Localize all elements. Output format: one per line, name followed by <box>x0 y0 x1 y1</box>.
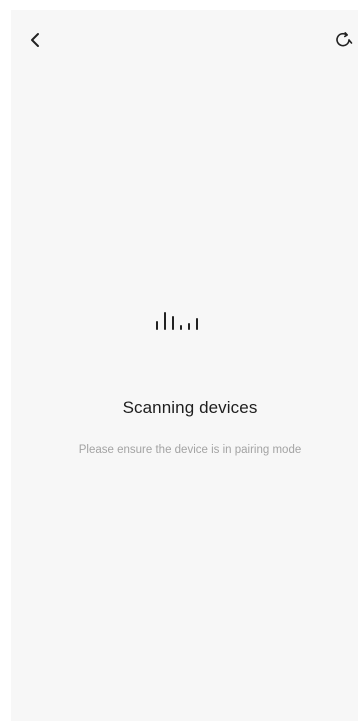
scan-subtitle: Please ensure the device is in pairing m… <box>78 444 302 456</box>
scanning-bars-icon <box>156 308 226 330</box>
scan-bar <box>164 312 166 330</box>
chevron-left-icon <box>31 33 39 47</box>
scan-bar <box>180 325 182 330</box>
scan-bar <box>156 321 158 330</box>
scan-bar <box>196 318 198 330</box>
refresh-button[interactable] <box>330 26 358 54</box>
refresh-icon <box>336 31 353 47</box>
scan-title: Scanning devices <box>122 398 258 417</box>
scan-bar <box>188 323 190 330</box>
scan-bar <box>172 316 174 330</box>
back-button[interactable] <box>22 26 50 54</box>
scan-screen <box>11 10 358 721</box>
